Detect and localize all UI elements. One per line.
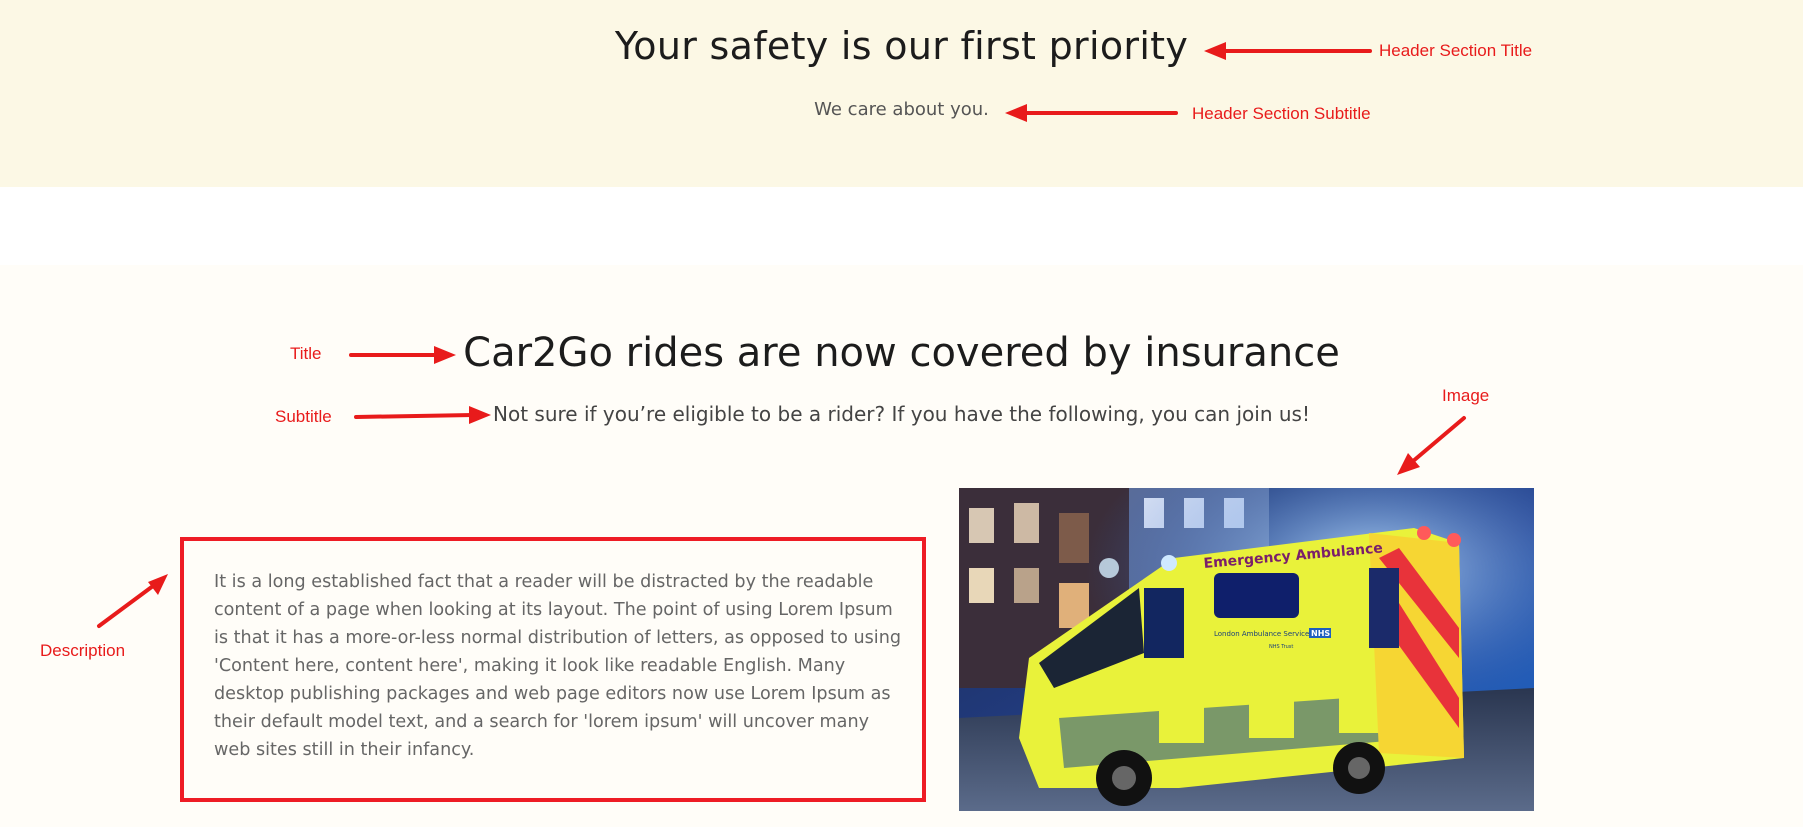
annotation-arrows <box>97 42 1466 628</box>
annotation-description: Description <box>40 641 126 660</box>
annotation-title: Title <box>290 344 322 363</box>
annotation-header-subtitle: Header Section Subtitle <box>1192 104 1371 123</box>
annotation-subtitle: Subtitle <box>275 407 332 426</box>
annotation-header-title: Header Section Title <box>1379 41 1533 60</box>
annotation-image: Image <box>1442 386 1490 405</box>
